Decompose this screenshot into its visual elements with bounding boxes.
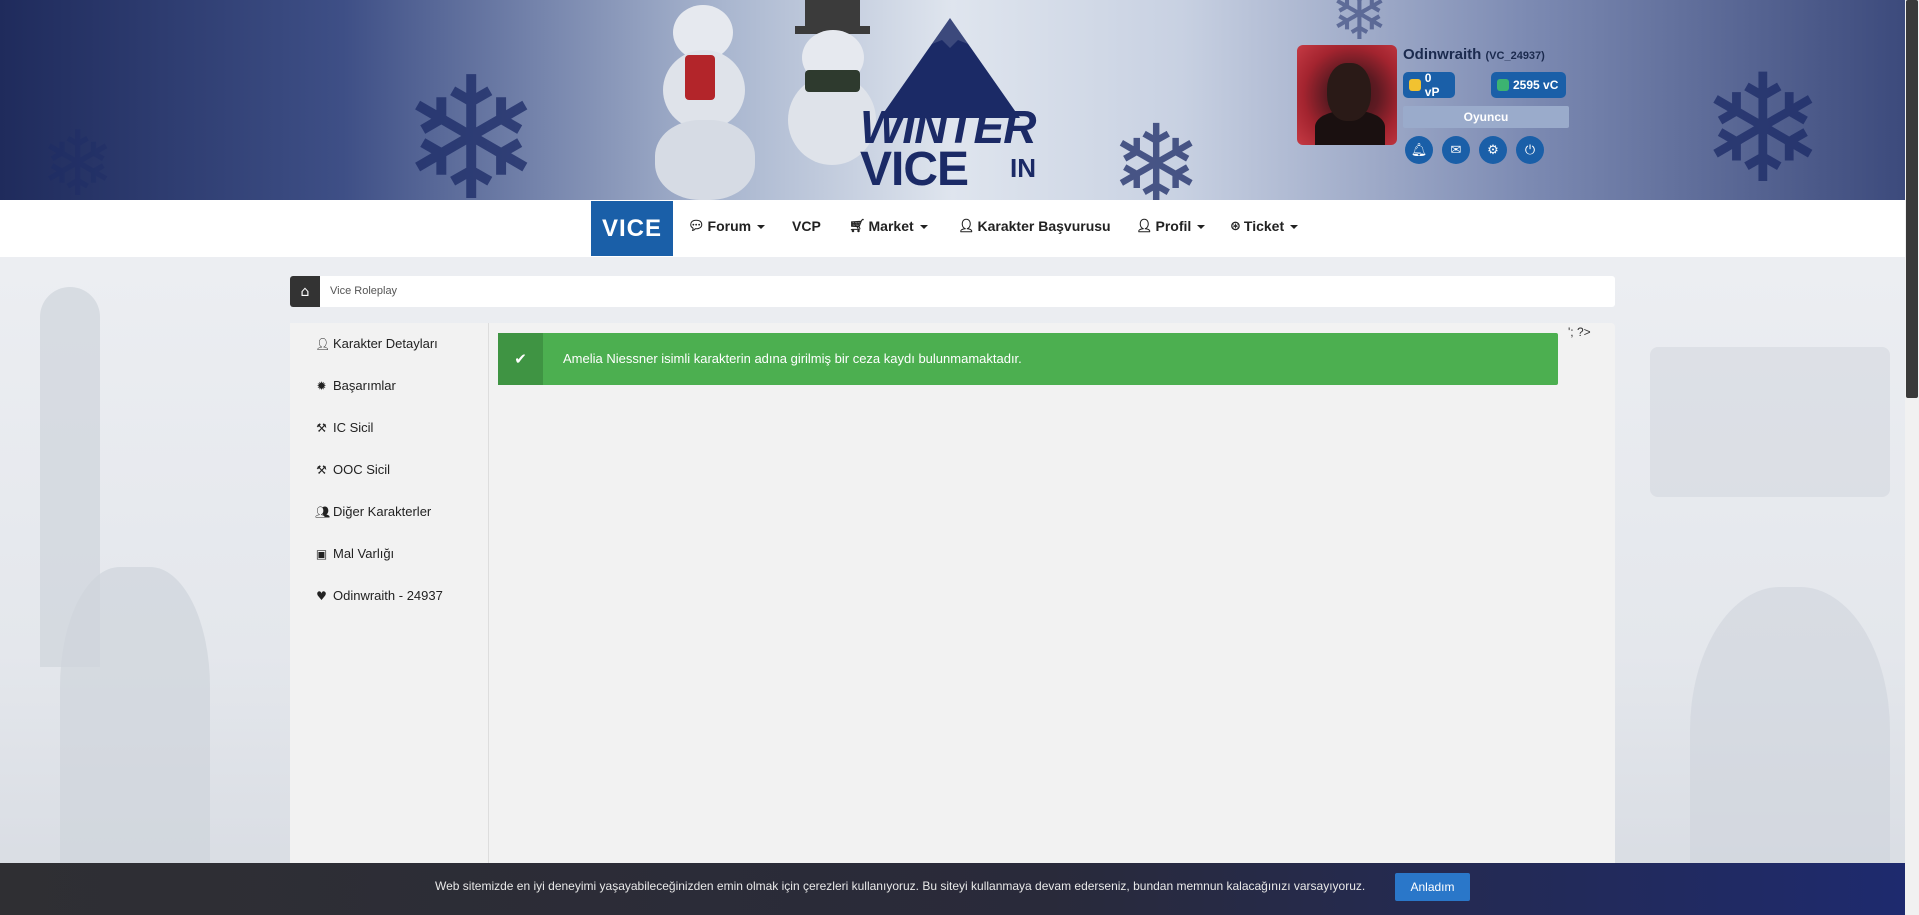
messages-button[interactable]: ✉ bbox=[1442, 136, 1470, 164]
snowman-left bbox=[655, 0, 755, 200]
nav-forum[interactable]: 💬︎ Forum bbox=[688, 218, 766, 234]
caret-down-icon bbox=[1290, 225, 1299, 229]
nav-profil[interactable]: 👤︎ Profil bbox=[1136, 218, 1206, 234]
breadcrumb-home-button[interactable]: ⌂ bbox=[290, 276, 320, 307]
nav-karakter-basvurusu[interactable]: 👤︎ Karakter Başvurusu bbox=[958, 218, 1111, 234]
check-icon: ✔ bbox=[514, 350, 527, 368]
cash-icon bbox=[1497, 79, 1509, 91]
stray-code-text: '; ?> bbox=[1568, 325, 1591, 339]
sidebar-item-character-owner[interactable]: ♥ Odinwraith - 24937 bbox=[315, 588, 443, 603]
sidebar-item-label: IC Sicil bbox=[333, 420, 374, 435]
heart-icon: ♥ bbox=[316, 588, 327, 603]
nav-ticket[interactable]: ⊛ Ticket bbox=[1230, 218, 1299, 234]
sidebar-item-label: Mal Varlığı bbox=[333, 546, 395, 561]
header-banner: ❄ ❄ ❄ ❄ ❄ WINTER VICE IN bbox=[0, 0, 1905, 200]
bell-icon: 🔔︎ bbox=[1410, 142, 1428, 158]
sidebar-item-diger-karakterler[interactable]: 👥︎ Diğer Karakterler bbox=[315, 504, 431, 519]
sidebar-item-mal-varligi[interactable]: ▣ Mal Varlığı bbox=[315, 546, 394, 561]
nav-forum-label: Forum bbox=[707, 218, 752, 234]
gavel-icon: ⚒ bbox=[316, 420, 327, 435]
sidebar-item-label: OOC Sicil bbox=[333, 462, 391, 477]
logo-text-in: IN bbox=[1010, 153, 1036, 183]
vp-balance[interactable]: 0 vP bbox=[1403, 71, 1455, 99]
nav-karakter-basvurusu-label: Karakter Başvurusu bbox=[977, 218, 1111, 234]
cart-icon: 🛒︎ bbox=[849, 218, 866, 234]
sidebar-item-ooc-sicil[interactable]: ⚒ OOC Sicil bbox=[315, 462, 390, 477]
users-icon: 👥︎ bbox=[315, 504, 331, 519]
nav-ticket-label: Ticket bbox=[1243, 218, 1285, 234]
nav-vcp[interactable]: VCP bbox=[792, 218, 821, 234]
avatar[interactable] bbox=[1297, 45, 1397, 145]
scrollbar-thumb[interactable] bbox=[1906, 0, 1918, 398]
nav-brand[interactable]: VICE bbox=[591, 201, 673, 256]
main-navbar bbox=[0, 200, 1905, 257]
nav-market[interactable]: 🛒︎ Market bbox=[849, 218, 928, 234]
vp-balance-text: 0 vP bbox=[1424, 71, 1440, 99]
sidebar-item-ic-sicil[interactable]: ⚒ IC Sicil bbox=[315, 420, 373, 435]
cookie-message: Web sitemizde en iyi deneyimi yaşayabile… bbox=[435, 879, 1366, 893]
sidebar-item-label: Odinwraith - 24937 bbox=[333, 588, 443, 603]
caret-down-icon bbox=[919, 225, 928, 229]
sidebar-item-karakter-detaylari[interactable]: 👤︎ Karakter Detayları bbox=[315, 336, 438, 351]
snowflake-decoration: ❄ bbox=[40, 112, 116, 201]
sidebar-item-basarimlar[interactable]: ✹ Başarımlar bbox=[315, 378, 396, 393]
home-icon: ⌂ bbox=[300, 283, 310, 300]
user-icon: 👤︎ bbox=[1136, 218, 1153, 234]
lifebuoy-icon: ⊛ bbox=[1230, 218, 1241, 234]
user-name: Odinwraith (VC_24937) bbox=[1403, 46, 1545, 63]
user-id: (VC_24937) bbox=[1485, 50, 1545, 62]
sidebar-item-label: Karakter Detayları bbox=[333, 336, 438, 351]
logout-button[interactable]: ⏻ bbox=[1516, 136, 1544, 164]
comments-icon: 💬︎ bbox=[688, 218, 705, 234]
nav-profil-label: Profil bbox=[1155, 218, 1192, 234]
sidebar-item-label: Başarımlar bbox=[333, 378, 396, 393]
gavel-icon: ⚒ bbox=[316, 462, 327, 477]
breadcrumb-current[interactable]: Vice Roleplay bbox=[330, 285, 397, 297]
money-icon: ▣ bbox=[315, 546, 328, 561]
vc-balance[interactable]: 2595 vC bbox=[1491, 72, 1566, 98]
settings-button[interactable]: ⚙ bbox=[1479, 136, 1507, 164]
mail-icon: ✉ bbox=[1450, 142, 1462, 158]
cookie-accept-button[interactable]: Anladım bbox=[1395, 873, 1470, 901]
sidebar-item-label: Diğer Karakterler bbox=[333, 504, 432, 519]
snowflake-decoration: ❄ bbox=[1110, 101, 1203, 200]
user-icon: 👤︎ bbox=[315, 336, 331, 351]
caret-down-icon bbox=[1197, 225, 1206, 229]
snowflake-decoration: ❄ bbox=[1330, 0, 1389, 56]
snowflake-decoration: ❄ bbox=[1700, 43, 1826, 200]
notifications-button[interactable]: 🔔︎ bbox=[1405, 136, 1433, 164]
winter-vice-logo[interactable]: WINTER VICE IN bbox=[860, 18, 1050, 196]
caret-down-icon bbox=[757, 225, 766, 229]
alert-icon-box: ✔ bbox=[498, 333, 543, 385]
vc-balance-text: 2595 vC bbox=[1513, 78, 1559, 92]
user-name-text: Odinwraith bbox=[1403, 46, 1482, 63]
user-role-badge: Oyuncu bbox=[1403, 106, 1569, 128]
logout-icon: ⏻ bbox=[1524, 142, 1536, 158]
badge-icon: ✹ bbox=[316, 378, 327, 393]
character-sidebar bbox=[290, 323, 489, 883]
gear-icon: ⚙ bbox=[1487, 142, 1499, 158]
breadcrumb bbox=[290, 276, 1615, 307]
coin-icon bbox=[1409, 79, 1421, 91]
user-plus-icon: 👤︎ bbox=[958, 218, 975, 234]
logo-text-vice: VICE bbox=[860, 143, 969, 196]
snowflake-decoration: ❄ bbox=[400, 41, 543, 200]
nav-market-label: Market bbox=[868, 218, 914, 234]
nav-vcp-label: VCP bbox=[792, 218, 821, 234]
alert-message: Amelia Niessner isimli karakterin adına … bbox=[563, 351, 1022, 366]
